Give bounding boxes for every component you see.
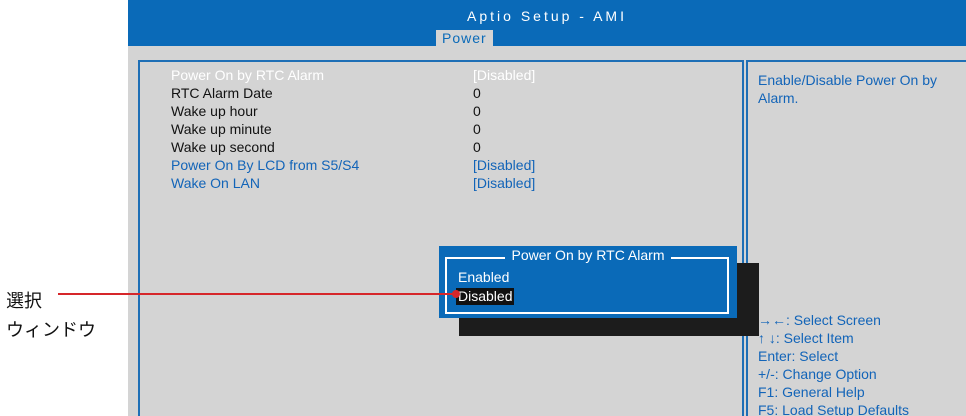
popup-title: Power On by RTC Alarm (439, 247, 737, 265)
callout-label-window: ウィンドウ (6, 320, 96, 340)
option-value: 0 (473, 121, 481, 137)
option-label: RTC Alarm Date (171, 85, 273, 101)
callout-dot (452, 290, 460, 298)
callout-line (58, 293, 458, 295)
key-legend: →←: Select Screen ↑ ↓: Select Item Enter… (758, 311, 909, 416)
bios-setup-screen: Aptio Setup - AMI Power Power On by RTC … (128, 0, 966, 416)
key-hint: F1: General Help (758, 384, 865, 400)
option-label: Wake up minute (171, 121, 272, 137)
tab-power[interactable]: Power (436, 30, 493, 47)
option-label: Power On By LCD from S5/S4 (171, 157, 360, 173)
help-description: Enable/Disable Power On by Alarm. (758, 71, 966, 107)
help-description-line: Enable/Disable Power On by (758, 72, 937, 88)
selection-popup: Power On by RTC Alarm Enabled Disabled (439, 246, 737, 318)
popup-option-enabled[interactable]: Enabled (458, 269, 509, 286)
header-bar: Aptio Setup - AMI Power (128, 0, 966, 47)
option-rtc-alarm-date[interactable]: RTC Alarm Date 0 (171, 84, 731, 102)
setup-title: Aptio Setup - AMI (467, 8, 627, 24)
option-label: Wake up hour (171, 103, 258, 119)
key-hint: ↑ ↓: Select Item (758, 330, 854, 346)
option-value: 0 (473, 139, 481, 155)
popup-option-disabled[interactable]: Disabled (456, 288, 515, 305)
option-value: [Disabled] (473, 157, 536, 173)
callout-label-select: 選択 (6, 291, 42, 311)
option-value: [Disabled] (473, 67, 536, 83)
popup-title-text: Power On by RTC Alarm (505, 247, 671, 263)
key-hint: →←: Select Screen (758, 312, 881, 328)
option-power-on-lcd[interactable]: Power On By LCD from S5/S4 [Disabled] (171, 156, 731, 174)
option-wake-on-lan[interactable]: Wake On LAN [Disabled] (171, 174, 731, 192)
option-wake-up-minute[interactable]: Wake up minute 0 (171, 120, 731, 138)
option-value: 0 (473, 85, 481, 101)
option-label: Wake On LAN (171, 175, 260, 191)
key-hint: F5: Load Setup Defaults (758, 402, 909, 416)
help-description-line: Alarm. (758, 90, 799, 106)
option-label: Wake up second (171, 139, 275, 155)
option-label: Power On by RTC Alarm (171, 67, 325, 83)
option-power-on-rtc-alarm[interactable]: Power On by RTC Alarm [Disabled] (171, 66, 731, 84)
key-hint: Enter: Select (758, 348, 839, 364)
key-hint: +/-: Change Option (758, 366, 877, 382)
option-value: [Disabled] (473, 175, 536, 191)
option-value: 0 (473, 103, 481, 119)
option-wake-up-second[interactable]: Wake up second 0 (171, 138, 731, 156)
option-wake-up-hour[interactable]: Wake up hour 0 (171, 102, 731, 120)
